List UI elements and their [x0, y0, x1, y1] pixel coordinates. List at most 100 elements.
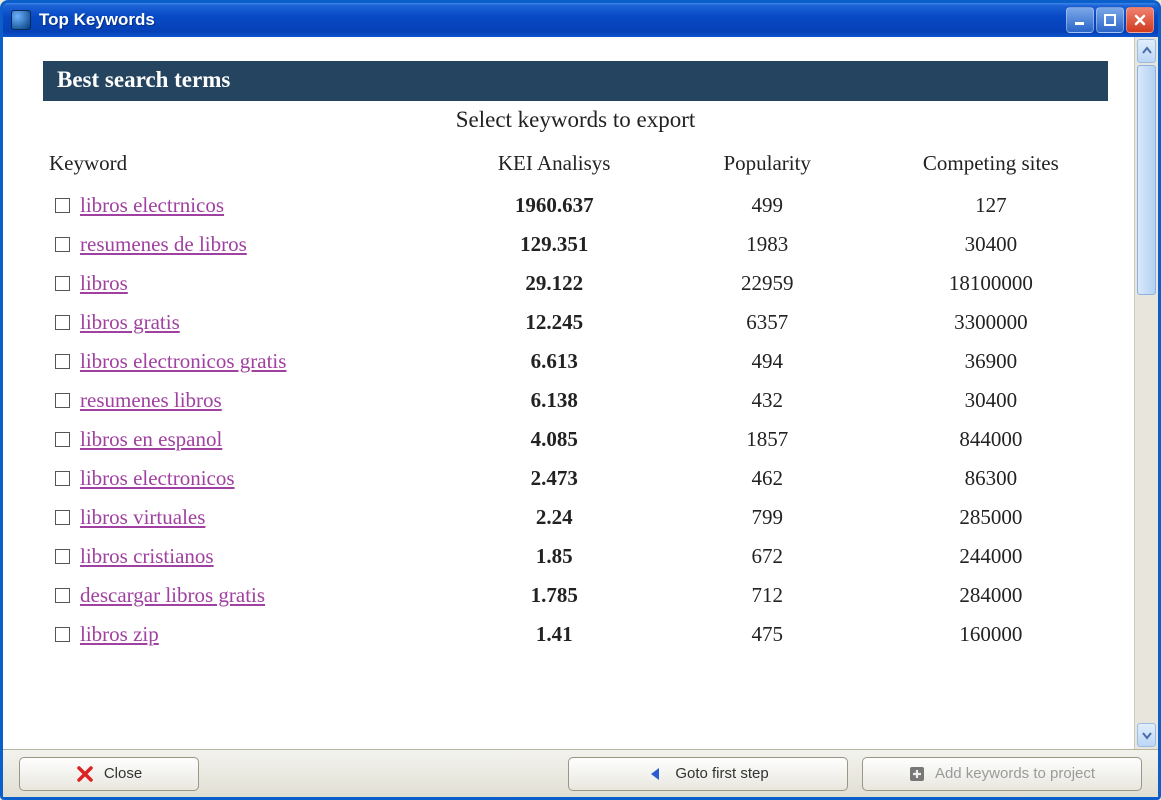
maximize-icon: [1103, 13, 1117, 27]
row-checkbox[interactable]: [55, 354, 70, 369]
table-row: libros electronicos gratis 6.61349436900: [43, 342, 1108, 381]
footer-bar: Close Goto first step Add keywords to pr…: [3, 749, 1158, 797]
scroll-down-button[interactable]: [1137, 723, 1156, 747]
minimize-icon: [1073, 13, 1087, 27]
table-row: libros cristianos1.85672244000: [43, 537, 1108, 576]
titlebar[interactable]: Top Keywords: [3, 3, 1158, 37]
goto-first-label: Goto first step: [675, 765, 768, 782]
keyword-link[interactable]: libros cristianos: [80, 544, 214, 569]
keyword-link[interactable]: libros electronicos: [80, 466, 235, 491]
scroll-track[interactable]: [1137, 65, 1156, 721]
competing-cell: 285000: [874, 498, 1108, 537]
popularity-cell: 22959: [661, 264, 874, 303]
competing-cell: 86300: [874, 459, 1108, 498]
popularity-cell: 1983: [661, 225, 874, 264]
keyword-cell: libros zip: [43, 615, 448, 654]
keyword-cell: libros virtuales: [43, 498, 448, 537]
table-row: libros zip1.41475160000: [43, 615, 1108, 654]
section-subtitle: Select keywords to export: [43, 107, 1108, 133]
row-checkbox[interactable]: [55, 237, 70, 252]
col-popularity: Popularity: [661, 147, 874, 186]
col-keyword: Keyword: [43, 147, 448, 186]
popularity-cell: 494: [661, 342, 874, 381]
add-keywords-button: Add keywords to project: [862, 757, 1142, 791]
keyword-cell: libros cristianos: [43, 537, 448, 576]
close-footer-button[interactable]: Close: [19, 757, 199, 791]
competing-cell: 3300000: [874, 303, 1108, 342]
plus-icon: [909, 766, 925, 782]
keyword-link[interactable]: libros en espanol: [80, 427, 222, 452]
minimize-button[interactable]: [1066, 7, 1094, 33]
table-row: libros 29.1222295918100000: [43, 264, 1108, 303]
keyword-link[interactable]: libros electronicos gratis: [80, 349, 286, 374]
row-checkbox[interactable]: [55, 315, 70, 330]
vertical-scrollbar[interactable]: [1134, 37, 1158, 749]
keyword-cell: libros en espanol: [43, 420, 448, 459]
competing-cell: 18100000: [874, 264, 1108, 303]
keywords-table: Keyword KEI Analisys Popularity Competin…: [43, 147, 1108, 654]
table-row: libros gratis12.24563573300000: [43, 303, 1108, 342]
keyword-link[interactable]: libros virtuales: [80, 505, 205, 530]
row-checkbox[interactable]: [55, 471, 70, 486]
col-competing: Competing sites: [874, 147, 1108, 186]
popularity-cell: 475: [661, 615, 874, 654]
keyword-link[interactable]: descargar libros gratis: [80, 583, 265, 608]
table-row: descargar libros gratis1.785712284000: [43, 576, 1108, 615]
keyword-link[interactable]: libros electrnicos: [80, 193, 224, 218]
kei-cell: 29.122: [448, 264, 661, 303]
close-icon: [1133, 13, 1147, 27]
goto-first-step-button[interactable]: Goto first step: [568, 757, 848, 791]
row-checkbox[interactable]: [55, 432, 70, 447]
arrow-left-icon: [647, 765, 665, 783]
row-checkbox[interactable]: [55, 588, 70, 603]
competing-cell: 284000: [874, 576, 1108, 615]
competing-cell: 244000: [874, 537, 1108, 576]
row-checkbox[interactable]: [55, 198, 70, 213]
table-row: libros electronicos 2.47346286300: [43, 459, 1108, 498]
kei-cell: 2.24: [448, 498, 661, 537]
scroll-up-button[interactable]: [1137, 39, 1156, 63]
keyword-cell: libros electronicos: [43, 459, 448, 498]
table-row: libros virtuales 2.24799285000: [43, 498, 1108, 537]
content: Best search terms Select keywords to exp…: [3, 37, 1134, 749]
popularity-cell: 432: [661, 381, 874, 420]
app-icon: [11, 10, 31, 30]
competing-cell: 844000: [874, 420, 1108, 459]
keyword-link[interactable]: libros zip: [80, 622, 159, 647]
chevron-up-icon: [1142, 46, 1152, 56]
kei-cell: 1960.637: [448, 186, 661, 225]
row-checkbox[interactable]: [55, 627, 70, 642]
popularity-cell: 499: [661, 186, 874, 225]
keyword-cell: descargar libros gratis: [43, 576, 448, 615]
popularity-cell: 799: [661, 498, 874, 537]
window-controls: [1066, 7, 1154, 33]
row-checkbox[interactable]: [55, 393, 70, 408]
keyword-cell: libros gratis: [43, 303, 448, 342]
row-checkbox[interactable]: [55, 549, 70, 564]
competing-cell: 36900: [874, 342, 1108, 381]
table-row: resumenes libros6.13843230400: [43, 381, 1108, 420]
maximize-button[interactable]: [1096, 7, 1124, 33]
row-checkbox[interactable]: [55, 510, 70, 525]
close-button[interactable]: [1126, 7, 1154, 33]
scroll-thumb[interactable]: [1137, 65, 1156, 295]
x-red-icon: [76, 765, 94, 783]
keyword-link[interactable]: libros: [80, 271, 128, 296]
keyword-cell: resumenes de libros: [43, 225, 448, 264]
keyword-link[interactable]: resumenes de libros: [80, 232, 247, 257]
col-kei: KEI Analisys: [448, 147, 661, 186]
keyword-cell: resumenes libros: [43, 381, 448, 420]
keyword-link[interactable]: libros gratis: [80, 310, 180, 335]
competing-cell: 30400: [874, 381, 1108, 420]
window-title: Top Keywords: [39, 10, 1066, 30]
competing-cell: 160000: [874, 615, 1108, 654]
row-checkbox[interactable]: [55, 276, 70, 291]
keyword-link[interactable]: resumenes libros: [80, 388, 222, 413]
keyword-cell: libros: [43, 264, 448, 303]
kei-cell: 6.613: [448, 342, 661, 381]
kei-cell: 2.473: [448, 459, 661, 498]
popularity-cell: 462: [661, 459, 874, 498]
keyword-cell: libros electronicos gratis: [43, 342, 448, 381]
section-header: Best search terms: [43, 61, 1108, 101]
chevron-down-icon: [1142, 730, 1152, 740]
